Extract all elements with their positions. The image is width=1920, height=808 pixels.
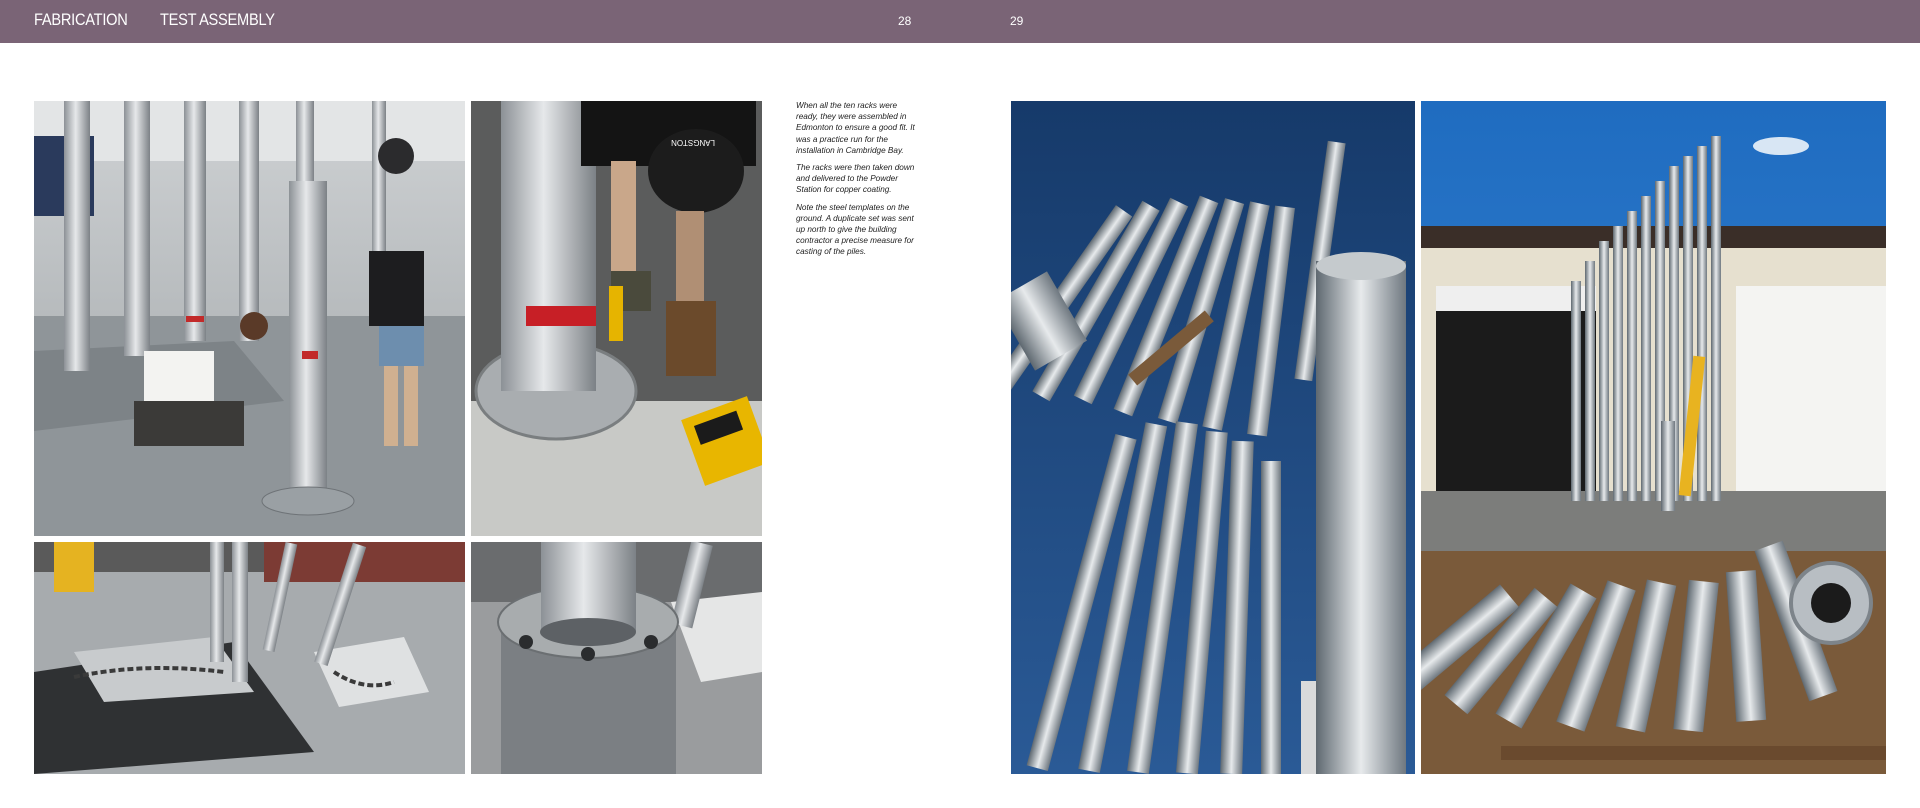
photo-steel-templates-floor	[34, 542, 465, 774]
section-title-fabrication: FABRICATION	[34, 10, 128, 29]
section-title-test-assembly: TEST ASSEMBLY	[160, 10, 275, 29]
photo-racks-building	[1421, 101, 1886, 774]
cap-logo-text: LANGSTON	[671, 138, 715, 147]
photo-drilling-base-plate: LANGSTON	[471, 101, 762, 536]
caption-text-block: When all the ten racks were ready, they …	[796, 100, 916, 264]
caption-paragraph-2: The racks were then taken down and deliv…	[796, 163, 915, 195]
page-number-right: 29	[1010, 14, 1024, 28]
caption-paragraph-1: When all the ten racks were ready, they …	[796, 101, 915, 155]
page-header-band: FABRICATION TEST ASSEMBLY 28 29	[0, 0, 1920, 43]
caption-paragraph-3: Note the steel templates on the ground. …	[796, 202, 914, 257]
photo-workers-measuring-piles	[34, 101, 465, 536]
photo-racks-blue-sky	[1011, 101, 1415, 774]
photo-pipe-flange-closeup	[471, 542, 762, 774]
page-number-left: 28	[898, 14, 912, 28]
